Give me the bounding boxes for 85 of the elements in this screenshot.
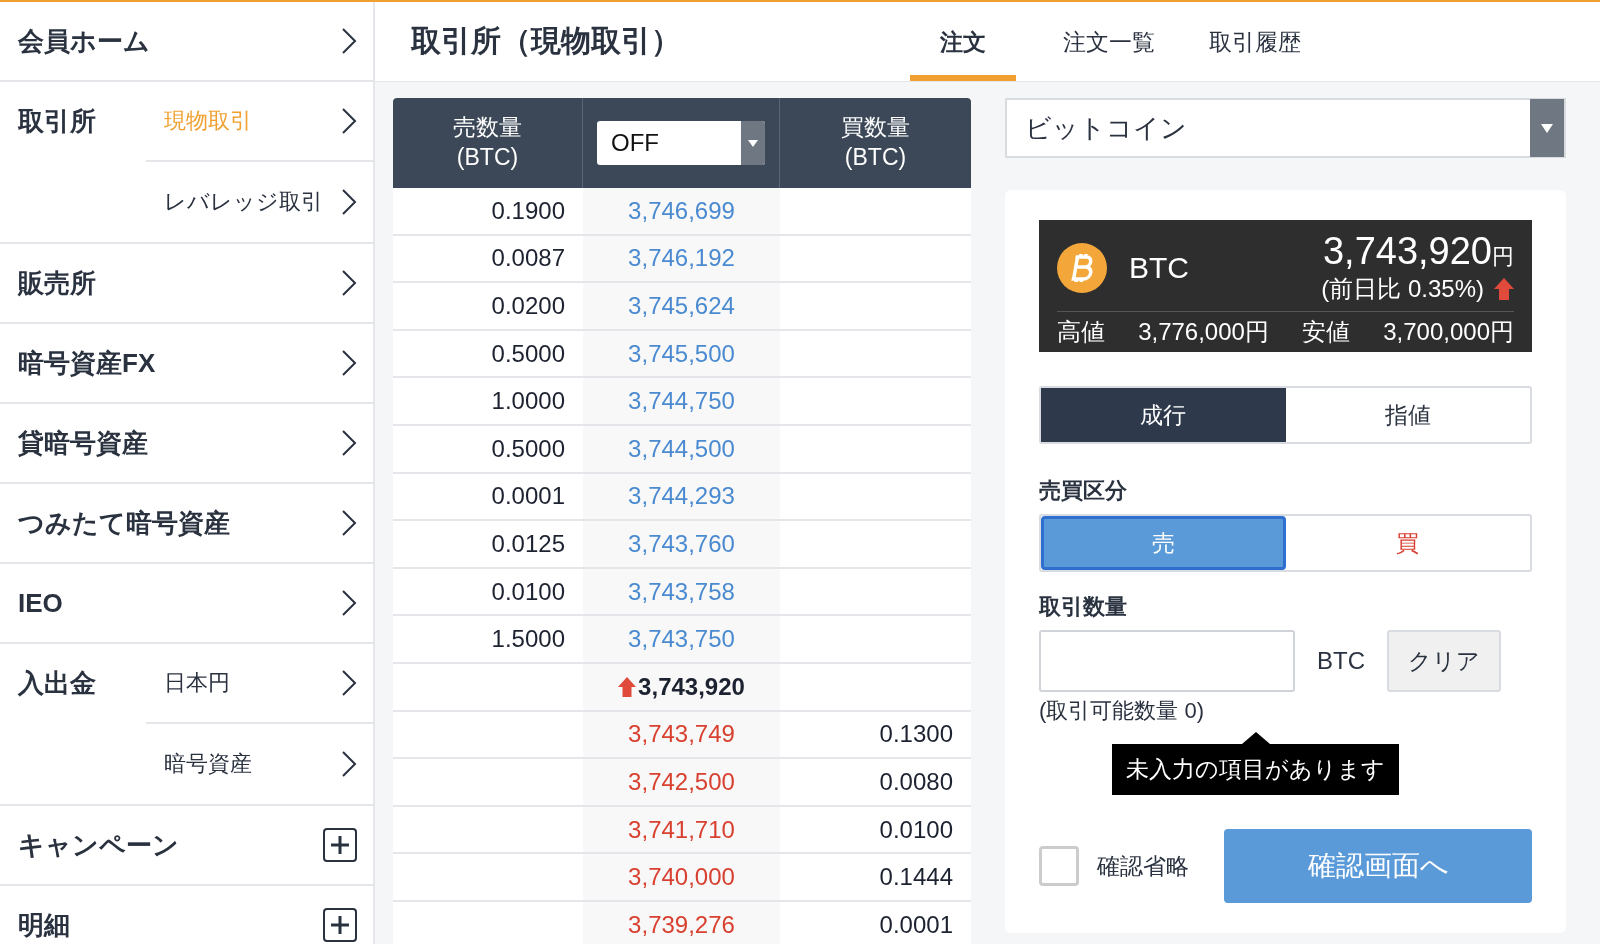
checkbox[interactable] [1039, 846, 1079, 886]
available-quantity: (取引可能数量 0) [1039, 697, 1205, 725]
table-cell: 3,739,276 [583, 901, 780, 944]
nav-item[interactable]: 明細 [0, 886, 373, 944]
nav-section-label: 取引所 [17, 105, 97, 138]
table-cell: 3,743,760 [583, 521, 780, 567]
table-cell-text: 0.1900 [490, 195, 566, 226]
checkbox-label: 確認省略 [1097, 851, 1189, 881]
table-cell: 3,746,192 [583, 235, 780, 282]
table-cell-text: 0.1300 [878, 719, 954, 750]
chevron-right-icon [341, 269, 357, 297]
table-cell: 3,744,750 [583, 378, 780, 424]
table-cell-text: 0.5000 [490, 433, 566, 464]
table-cell-text: 0.0100 [490, 576, 566, 607]
table-cell-text: 0.0080 [878, 766, 954, 797]
table-cell-text: 0.0001 [878, 909, 954, 940]
tab[interactable]: 注文 [910, 3, 1016, 81]
nav-item[interactable]: 会員ホーム [0, 2, 373, 80]
filter-dropdown[interactable]: OFF [597, 121, 765, 165]
low-label: 安値 [1302, 317, 1351, 347]
bitcoin-logo-icon [1057, 242, 1107, 293]
low-price: 3,700,000円 [1383, 317, 1514, 347]
nav-item[interactable]: キャンペーン [0, 806, 373, 884]
table-cell: 3,742,500 [583, 759, 780, 805]
column-header: 買数量 (BTC) [840, 113, 911, 172]
chevron-right-icon [341, 349, 357, 377]
table-cell: 3,744,500 [583, 425, 780, 472]
table-cell-text: 1.5000 [490, 624, 566, 655]
nav-subitem[interactable]: レバレッジ取引 [146, 162, 373, 242]
chevron-right-icon [341, 107, 357, 135]
table-cell: 3,743,749 [583, 711, 780, 758]
chevron-right-icon [341, 589, 357, 617]
tab[interactable]: 注文一覧 [1056, 3, 1162, 81]
current-price: 3,743,920 [1322, 230, 1492, 272]
coin-symbol: BTC [1129, 250, 1190, 285]
quantity-input[interactable] [1039, 630, 1295, 692]
high-label: 高値 [1057, 317, 1105, 347]
tooltip-pointer-icon [1241, 732, 1270, 744]
price-change: (前日比 0.35%) [1321, 274, 1484, 304]
table-cell-text: 0.0200 [490, 291, 566, 321]
field-label: 売買区分 [1039, 477, 1128, 505]
table-cell: 3,743,758 [583, 568, 780, 615]
nav-item[interactable]: IEO [0, 564, 373, 642]
nav-item[interactable]: つみたて暗号資産 [0, 484, 373, 562]
chevron-right-icon [341, 429, 357, 457]
high-price: 3,776,000円 [1138, 317, 1269, 347]
table-cell-text: 0.0100 [878, 814, 954, 845]
chevron-right-icon [341, 188, 357, 216]
table-cell: 3,743,750 [583, 616, 780, 662]
dropdown-caret-icon [741, 121, 765, 165]
currency-unit: 円 [1492, 244, 1514, 269]
table-cell: 3,741,710 [583, 806, 780, 853]
chevron-right-icon [341, 27, 357, 55]
table-cell-text: 0.0001 [490, 481, 566, 512]
order-type-toggle[interactable]: 成行 [1041, 388, 1286, 442]
nav-item[interactable]: 販売所 [0, 244, 373, 322]
plus-icon [323, 828, 357, 862]
unit-label: BTC [1317, 647, 1365, 675]
table-cell-text: 0.1444 [878, 862, 954, 893]
column-header: 売数量 (BTC) [393, 98, 583, 188]
dropdown-caret-icon [1530, 99, 1564, 157]
table-cell-text: 0.0125 [490, 528, 566, 559]
table-cell: 3,744,293 [583, 473, 780, 520]
chevron-right-icon [341, 509, 357, 537]
field-label: 取引数量 [1039, 593, 1128, 621]
nav-subitem[interactable]: 暗号資産 [146, 724, 373, 804]
table-cell-text: 1.0000 [490, 386, 566, 417]
nav-item[interactable]: 貸暗号資産 [0, 404, 373, 482]
table-cell: 3,745,624 [583, 283, 780, 329]
clear-button[interactable]: クリア [1387, 630, 1501, 692]
chevron-right-icon [341, 750, 357, 778]
chevron-right-icon [341, 669, 357, 697]
plus-icon [323, 908, 357, 942]
page-title: 取引所（現物取引） [410, 23, 682, 59]
table-cell: 3,745,500 [583, 330, 780, 377]
table-cell-text: 0.5000 [490, 338, 566, 369]
last-price: 3,743,920 [638, 672, 745, 701]
table-cell: 3,746,699 [583, 188, 780, 234]
table-cell-text: 0.0087 [490, 243, 566, 274]
tab[interactable]: 取引履歴 [1202, 3, 1308, 81]
nav-subitem[interactable]: 日本円 [146, 644, 373, 724]
coin-select[interactable]: ビットコイン [1005, 98, 1566, 158]
table-cell: 3,740,000 [583, 854, 780, 900]
nav-item[interactable]: 暗号資産FX [0, 324, 373, 402]
nav-section-label: 入出金 [16, 667, 97, 700]
